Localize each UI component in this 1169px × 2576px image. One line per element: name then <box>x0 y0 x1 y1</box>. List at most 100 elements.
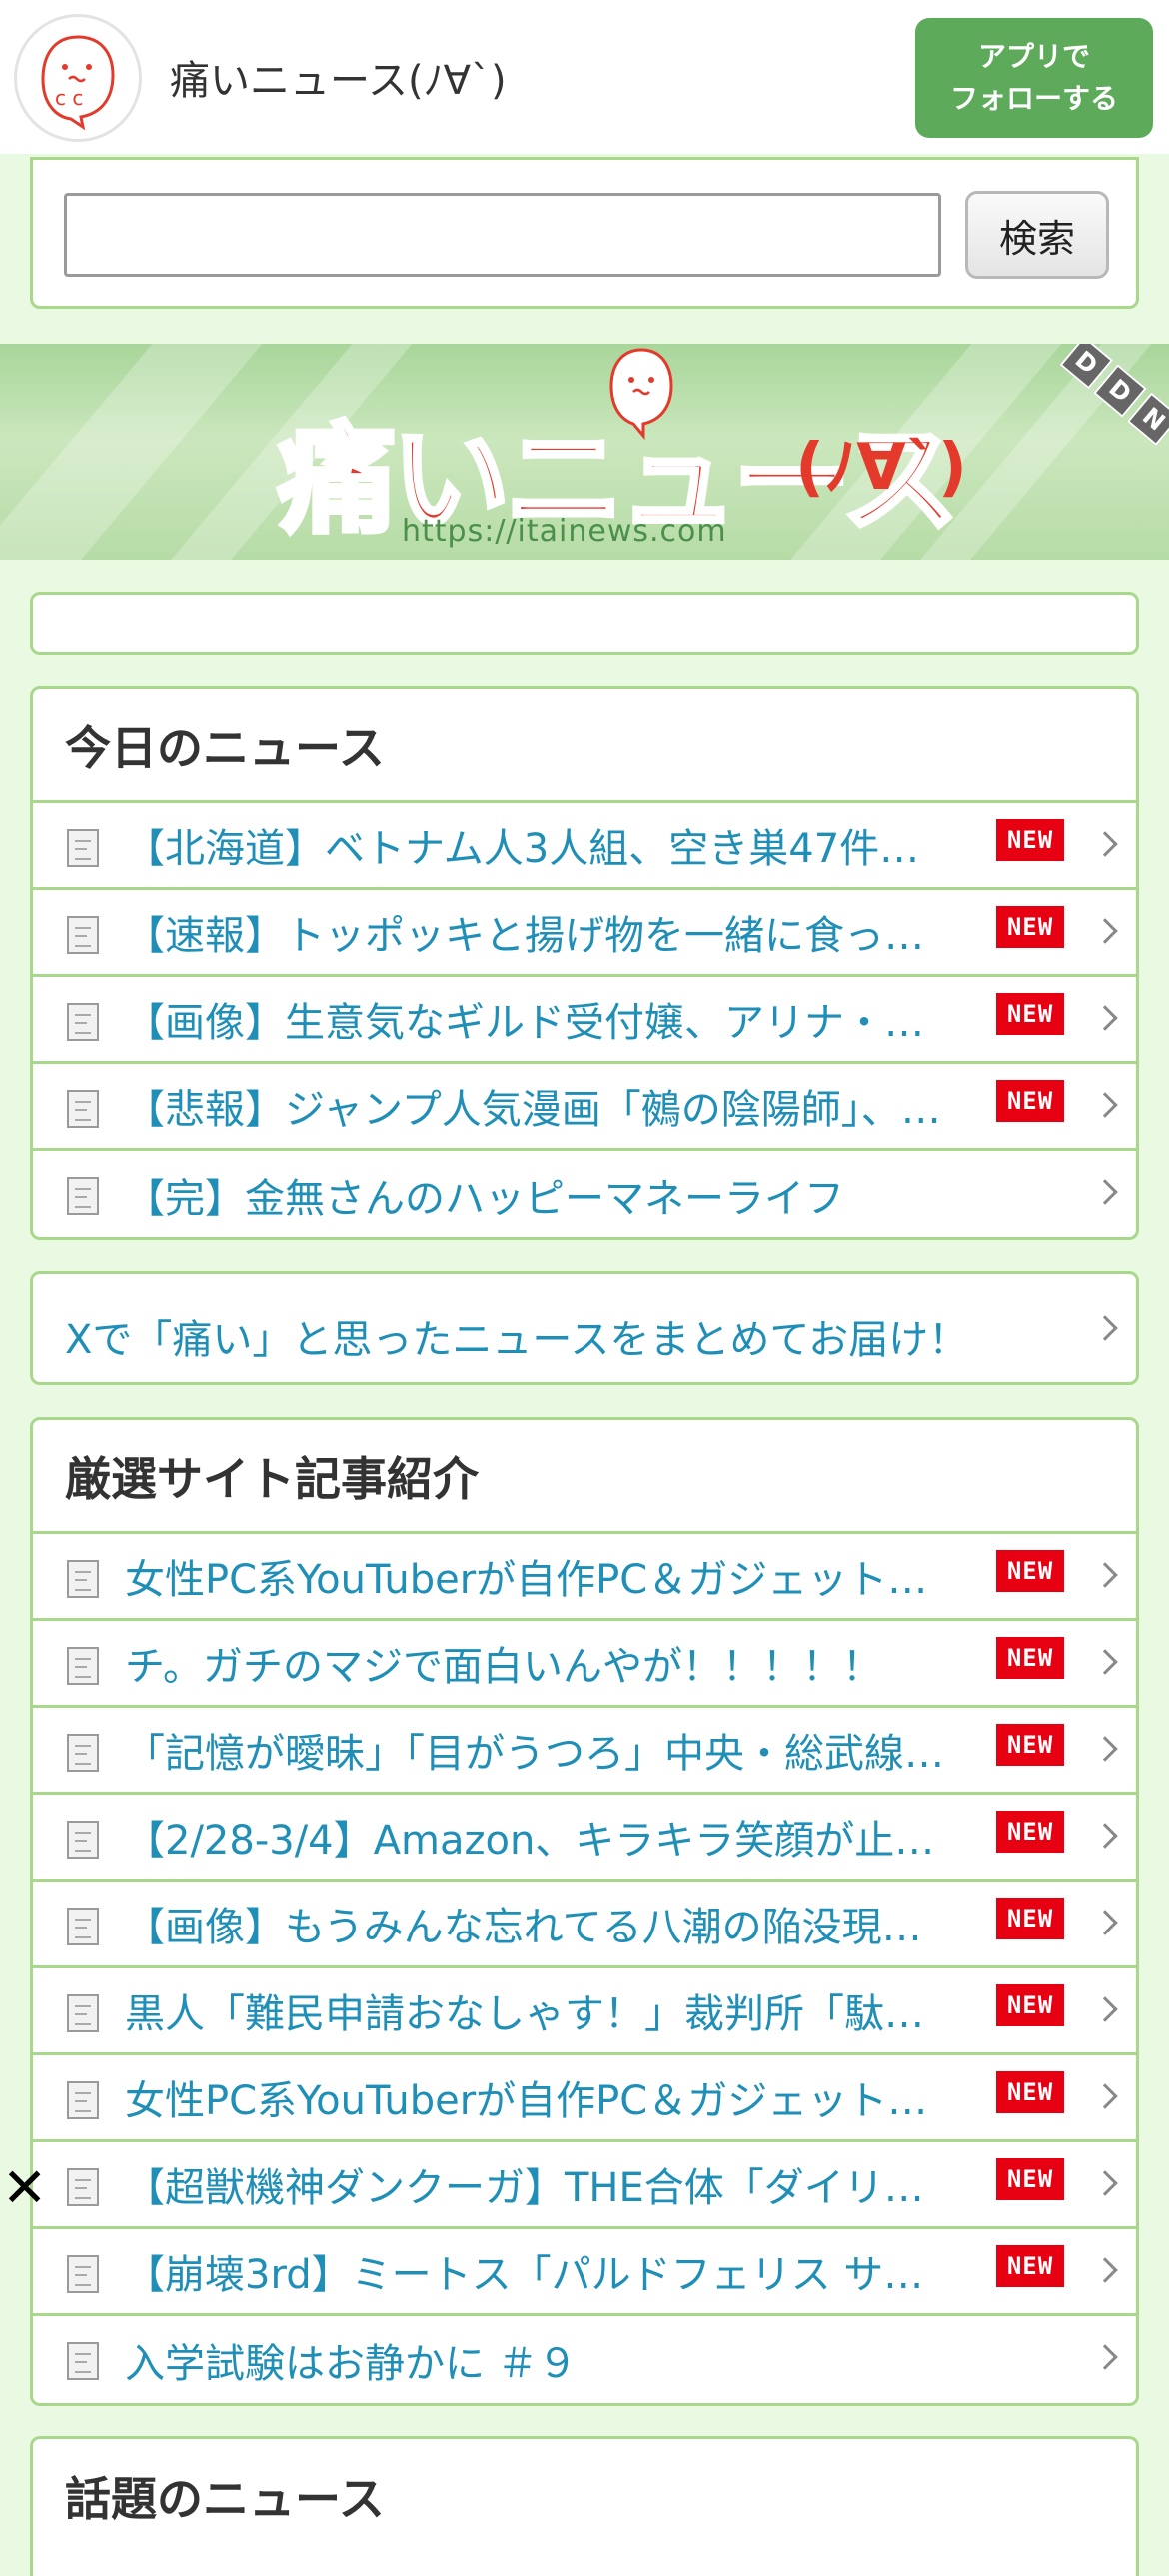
list-item[interactable]: 【速報】トッポッキと揚げ物を一緒に食っ… NEW <box>33 890 1136 977</box>
site-title[interactable]: 痛いニュース(ﾉ∀`) <box>170 48 507 106</box>
new-badge: NEW <box>996 1898 1064 1939</box>
new-badge: NEW <box>996 2071 1064 2113</box>
article-title: 【北海道】ベトナム人3人組、空き巣47件… <box>125 826 920 872</box>
article-title: 女性PC系YouTuberが自作PC＆ガジェット… <box>125 1557 928 1603</box>
list-item[interactable]: 女性PC系YouTuberが自作PC＆ガジェット… NEW <box>33 2055 1136 2142</box>
article-title: 【2/28-3/4】Amazon、キラキラ笑顔が止… <box>125 1818 935 1864</box>
section-title-topic: 話題のニュース <box>65 2472 385 2526</box>
new-badge: NEW <box>996 2158 1064 2200</box>
chevron-right-icon <box>1092 1823 1118 1849</box>
chevron-right-icon <box>1092 2170 1118 2196</box>
article-title: 【速報】トッポッキと揚げ物を一緒に食っ… <box>125 913 924 959</box>
document-icon <box>67 1177 99 1215</box>
document-icon <box>67 1647 99 1685</box>
search-button[interactable]: 検索 <box>965 191 1109 279</box>
section-title-selected: 厳選サイト記事紹介 <box>33 1420 1136 1534</box>
document-icon <box>67 1734 99 1772</box>
new-badge: NEW <box>996 819 1064 861</box>
search-box: 検索 <box>30 157 1139 309</box>
chevron-right-icon <box>1092 1005 1118 1031</box>
today-news-list: 【北海道】ベトナム人3人組、空き巣47件… NEW 【速報】トッポッキと揚げ物を一緒… <box>33 803 1136 1237</box>
article-title: 入学試験はお静かに ＃９ <box>125 2340 578 2387</box>
new-badge: NEW <box>996 1724 1064 1766</box>
article-title: 【超獣機神ダンクーガ】THE合体「ダイリ… <box>125 2165 924 2211</box>
new-badge: NEW <box>996 1984 1064 2026</box>
chevron-right-icon <box>1092 1996 1118 2022</box>
chevron-right-icon <box>1092 918 1118 944</box>
list-item[interactable]: 【完】金無さんのハッピーマネーライフ <box>33 1151 1136 1237</box>
list-item[interactable]: 入学試験はお静かに ＃９ <box>33 2316 1136 2403</box>
chevron-right-icon <box>1092 1910 1118 1935</box>
list-item[interactable]: 【画像】生意気なギルド受付嬢、アリナ・… NEW <box>33 977 1136 1064</box>
follow-app-button[interactable]: アプリで フォローする <box>915 18 1153 138</box>
list-item[interactable]: 【悲報】ジャンプ人気漫画「鵺の陰陽師」、… NEW <box>33 1064 1136 1151</box>
chevron-right-icon <box>1092 2257 1118 2283</box>
article-title: 「記憶が曖昧」「目がうつろ」中央・総武線… <box>125 1731 944 1777</box>
list-item[interactable]: 「記憶が曖昧」「目がうつろ」中央・総武線… NEW <box>33 1708 1136 1795</box>
follow-button-line2: フォローする <box>949 82 1118 115</box>
article-title: 【悲報】ジャンプ人気漫画「鵺の陰陽師」、… <box>125 1087 941 1133</box>
document-icon <box>67 1560 99 1598</box>
svg-text:c c: c c <box>55 86 83 110</box>
chevron-right-icon <box>1092 1315 1118 1341</box>
chevron-right-icon <box>1092 1179 1118 1205</box>
search-input[interactable] <box>64 193 941 277</box>
document-icon <box>67 916 99 954</box>
site-banner[interactable]: 痛いニュース (ﾉ∀`) https://itainews.com D D N <box>0 344 1169 560</box>
topic-news-section: 話題のニュース <box>30 2436 1139 2576</box>
document-icon <box>67 2342 99 2380</box>
document-icon <box>67 1908 99 1945</box>
empty-ad-slot <box>30 592 1139 655</box>
article-title: 女性PC系YouTuberが自作PC＆ガジェット… <box>125 2078 928 2124</box>
close-icon[interactable]: ✕ <box>2 2156 47 2219</box>
article-title: 【画像】生意気なギルド受付嬢、アリナ・… <box>125 1000 924 1046</box>
new-badge: NEW <box>996 2245 1064 2287</box>
selected-articles-list: 女性PC系YouTuberが自作PC＆ガジェット… NEW チ。ガチのマジで面白いん… <box>33 1534 1136 2403</box>
x-follow-link[interactable]: Xで「痛い」と思ったニュースをまとめてお届け！ <box>30 1271 1139 1385</box>
site-header: c c 痛いニュース(ﾉ∀`) アプリで フォローする <box>0 0 1169 154</box>
new-badge: NEW <box>996 1637 1064 1679</box>
article-title: 【崩壊3rd】ミートス「パルドフェリス サ… <box>125 2252 924 2298</box>
document-icon <box>67 829 99 867</box>
new-badge: NEW <box>996 1550 1064 1592</box>
list-item[interactable]: チ。ガチのマジで面白いんやが！！！！！ NEW <box>33 1621 1136 1708</box>
x-follow-link-text: Xで「痛い」と思ったニュースをまとめてお届け！ <box>65 1317 969 1363</box>
list-item[interactable]: 【2/28-3/4】Amazon、キラキラ笑顔が止… NEW <box>33 1795 1136 1882</box>
list-item[interactable]: 女性PC系YouTuberが自作PC＆ガジェット… NEW <box>33 1534 1136 1621</box>
chevron-right-icon <box>1092 1092 1118 1118</box>
document-icon <box>67 1821 99 1859</box>
article-title: 【画像】もうみんな忘れてる八潮の陥没現… <box>125 1905 922 1950</box>
article-title: 黒人「難民申請おなしゃす！」裁判所「駄… <box>125 1991 924 2037</box>
list-item[interactable]: 【崩壊3rd】ミートス「パルドフェリス サ… NEW <box>33 2229 1136 2316</box>
document-icon <box>67 1090 99 1128</box>
list-item[interactable]: 黒人「難民申請おなしゃす！」裁判所「駄… NEW <box>33 1968 1136 2055</box>
chevron-right-icon <box>1092 831 1118 857</box>
document-icon <box>67 2168 99 2206</box>
banner-url: https://itainews.com <box>402 514 727 549</box>
list-item[interactable]: 【超獣機神ダンクーガ】THE合体「ダイリ… NEW <box>33 2142 1136 2229</box>
banner-ghost-icon <box>599 344 683 448</box>
document-icon <box>67 2081 99 2119</box>
new-badge: NEW <box>996 906 1064 948</box>
chevron-right-icon <box>1092 1649 1118 1675</box>
chevron-right-icon <box>1092 1562 1118 1588</box>
new-badge: NEW <box>996 993 1064 1035</box>
list-item[interactable]: 【北海道】ベトナム人3人組、空き巣47件… NEW <box>33 803 1136 890</box>
selected-articles-section: 厳選サイト記事紹介 女性PC系YouTuberが自作PC＆ガジェット… NEW チ。… <box>30 1417 1139 2406</box>
banner-logo-face: (ﾉ∀`) <box>795 431 968 505</box>
article-title: 【完】金無さんのハッピーマネーライフ <box>125 1175 844 1222</box>
article-title: チ。ガチのマジで面白いんやが！！！！！ <box>125 1644 882 1690</box>
document-icon <box>67 1994 99 2032</box>
list-item[interactable]: 【画像】もうみんな忘れてる八潮の陥没現… NEW <box>33 1882 1136 1968</box>
site-avatar-ghost-icon[interactable]: c c <box>14 14 142 142</box>
chevron-right-icon <box>1092 2083 1118 2109</box>
new-badge: NEW <box>996 1080 1064 1122</box>
section-title-today: 今日のニュース <box>33 689 1136 803</box>
follow-button-line1: アプリで <box>977 40 1090 73</box>
new-badge: NEW <box>996 1811 1064 1853</box>
chevron-right-icon <box>1092 1736 1118 1762</box>
document-icon <box>67 2255 99 2293</box>
document-icon <box>67 1003 99 1041</box>
chevron-right-icon <box>1092 2344 1118 2370</box>
today-news-section: 今日のニュース 【北海道】ベトナム人3人組、空き巣47件… NEW 【速報】トッポッ… <box>30 686 1139 1240</box>
